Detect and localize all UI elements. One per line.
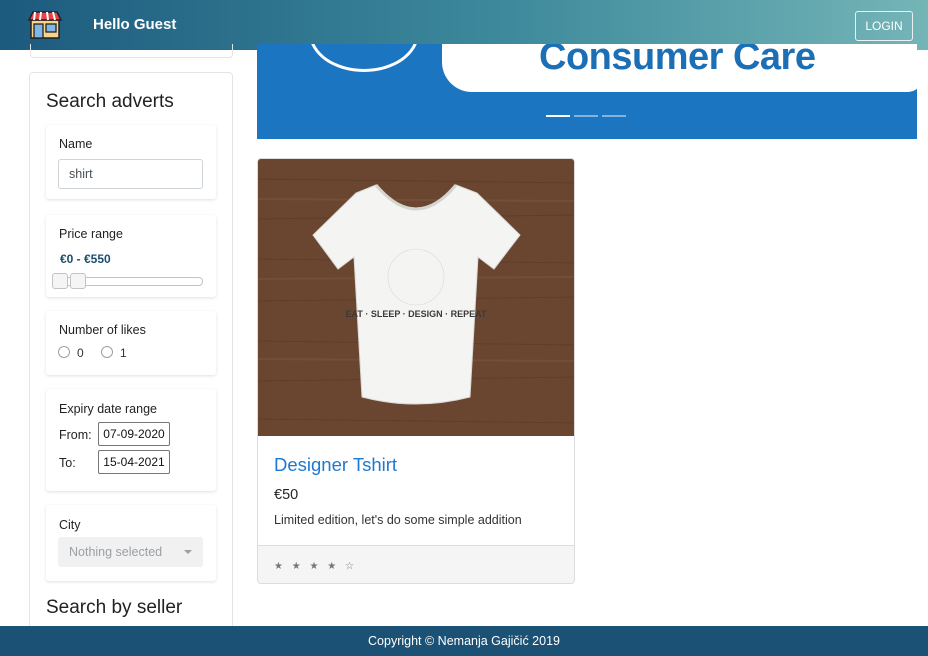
price-filter-label: Price range (59, 227, 123, 241)
expiry-filter-card: Expiry date range From: 07-09-2020 To: 1… (46, 389, 216, 491)
name-search-input[interactable] (58, 159, 203, 189)
carousel-indicator-1[interactable] (546, 115, 570, 117)
city-filter-label: City (59, 518, 81, 532)
sidebar-previous-panel (30, 44, 233, 58)
name-filter-label: Name (59, 137, 93, 151)
from-date-label: From: (59, 428, 92, 442)
copyright-text: Copyright © Nemanja Gajičić 2019 (368, 634, 560, 648)
to-date-label: To: (59, 456, 76, 470)
seller-search-title: Search by seller (46, 597, 183, 618)
product-card[interactable]: EAT · SLEEP · DESIGN · REPEAT Designer T… (257, 158, 575, 584)
rating-stars: ★ ★ ★ ★ ☆ (274, 561, 357, 572)
likes-radio-1-label: 1 (120, 346, 127, 360)
to-date-input[interactable]: 15-04-2021 (98, 450, 170, 474)
chevron-down-icon (184, 550, 192, 554)
search-sidebar: Search adverts Name Price range €0 - €55… (29, 72, 233, 642)
from-date-input[interactable]: 07-09-2020 (98, 422, 170, 446)
likes-filter-label: Number of likes (59, 323, 146, 337)
likes-filter-card: Number of likes 0 1 (46, 311, 216, 375)
city-select-placeholder: Nothing selected (69, 545, 163, 559)
banner-headline: Consumer Care (539, 44, 816, 78)
storefront-icon[interactable] (27, 11, 63, 39)
login-button[interactable]: LOGIN (855, 11, 913, 41)
carousel-indicator-2[interactable] (574, 115, 598, 117)
banner-circle-graphic (309, 44, 419, 72)
product-image[interactable]: EAT · SLEEP · DESIGN · REPEAT (258, 159, 574, 436)
expiry-filter-label: Expiry date range (59, 402, 157, 416)
price-slider-min-handle[interactable] (52, 273, 68, 289)
tshirt-print-text: EAT · SLEEP · DESIGN · REPEAT (345, 309, 487, 319)
carousel-indicator-3[interactable] (602, 115, 626, 117)
product-price: €50 (274, 487, 299, 503)
product-description: Limited edition, let's do some simple ad… (274, 513, 522, 527)
price-slider-max-handle[interactable] (70, 273, 86, 289)
sidebar-title: Search adverts (46, 91, 174, 112)
likes-radio-0-label: 0 (77, 346, 84, 360)
product-card-footer: ★ ★ ★ ★ ☆ (258, 545, 574, 583)
name-filter-card: Name (46, 125, 216, 199)
city-select[interactable]: Nothing selected (58, 537, 203, 567)
top-navbar: Hello Guest LOGIN (0, 0, 928, 50)
greeting-text: Hello Guest (93, 16, 177, 33)
price-range-value: €0 - €550 (60, 252, 111, 266)
price-filter-card: Price range €0 - €550 (46, 215, 216, 297)
product-title-link[interactable]: Designer Tshirt (274, 454, 397, 476)
likes-radio-0[interactable] (58, 346, 70, 358)
likes-radio-1[interactable] (101, 346, 113, 358)
promo-carousel[interactable]: Consumer Care (257, 44, 917, 139)
page-footer: Copyright © Nemanja Gajičić 2019 (0, 626, 928, 656)
city-filter-card: City Nothing selected (46, 505, 216, 581)
